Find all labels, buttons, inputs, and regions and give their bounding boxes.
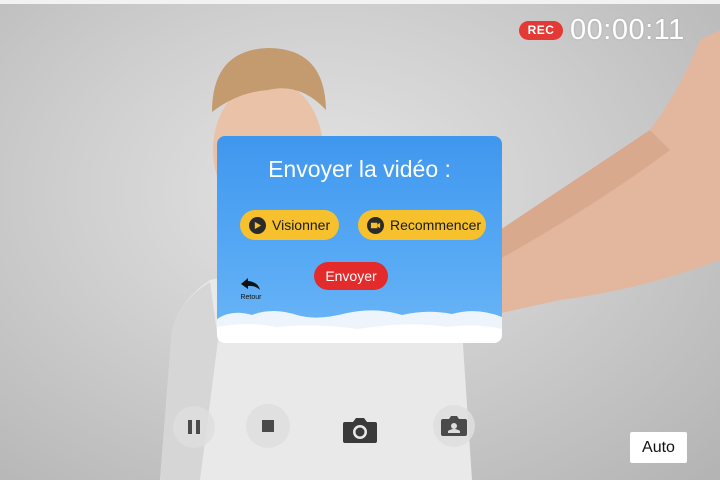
auto-mode-button[interactable]: Auto xyxy=(630,432,687,463)
recording-timer: 00:00:11 xyxy=(570,14,685,46)
stop-icon xyxy=(262,420,274,432)
undo-arrow-icon xyxy=(241,278,260,290)
play-icon xyxy=(249,216,266,234)
pause-icon xyxy=(188,420,200,434)
camera-icon xyxy=(343,418,377,443)
rec-badge: REC xyxy=(519,21,563,40)
dialog-title: Envoyer la vidéo : xyxy=(268,156,451,182)
retry-video-icon xyxy=(367,216,384,234)
watch-label: Visionner xyxy=(272,217,331,233)
back-button[interactable]: Retour xyxy=(238,277,264,301)
send-video-dialog: Envoyer la vidéo : Visionner Recommencer… xyxy=(217,136,502,343)
back-label: Retour xyxy=(240,294,262,301)
switch-camera-button[interactable] xyxy=(433,405,475,447)
pause-button[interactable] xyxy=(173,406,215,448)
send-button[interactable]: Envoyer xyxy=(314,262,388,290)
restart-label: Recommencer xyxy=(390,217,482,233)
top-edge xyxy=(0,0,720,4)
stop-button[interactable] xyxy=(246,404,290,448)
capture-photo-button[interactable] xyxy=(325,395,395,465)
switch-camera-icon xyxy=(441,416,467,436)
clouds-decoration xyxy=(217,310,502,343)
restart-button[interactable]: Recommencer xyxy=(358,210,486,240)
watch-button[interactable]: Visionner xyxy=(240,210,339,240)
